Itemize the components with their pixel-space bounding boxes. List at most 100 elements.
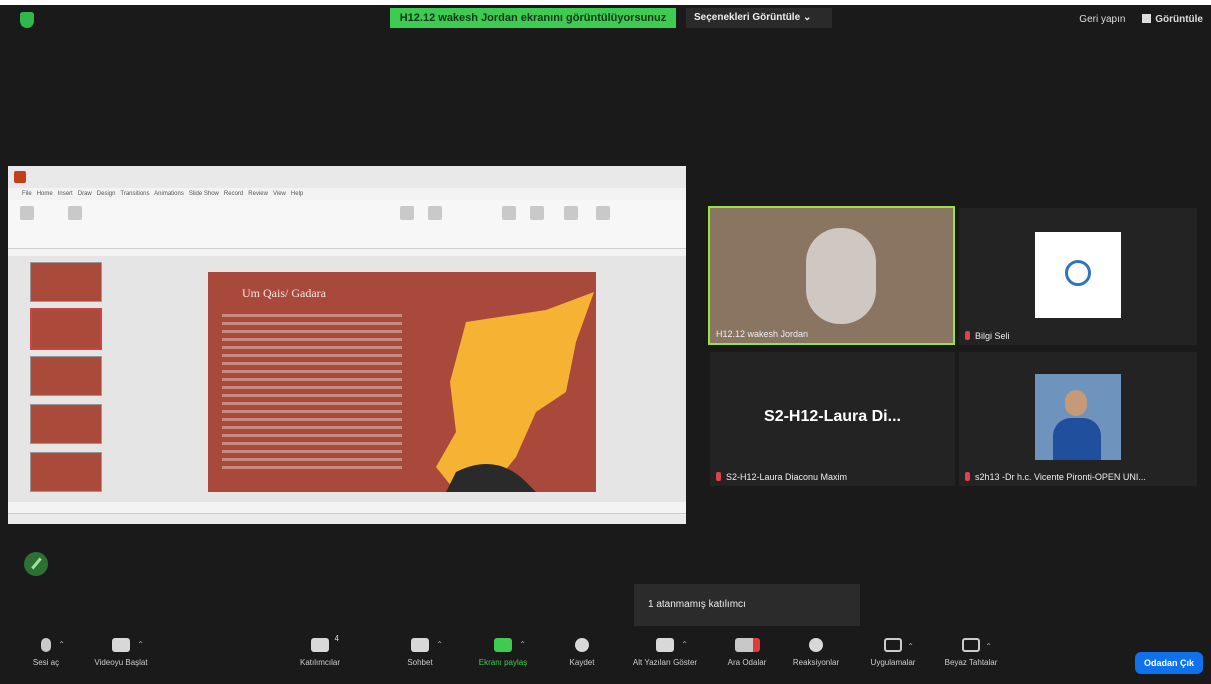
view-button[interactable]: Görüntüle <box>1142 14 1203 25</box>
avatar <box>1035 232 1121 318</box>
record-icon <box>575 638 589 652</box>
share-screen-button[interactable]: ⌃ Ekranı paylaş <box>470 638 536 667</box>
meeting-toolbar: ⌃ Sesi aç ⌃ Videoyu Başlat 4 Katılımcılar ⌃… <box>0 634 1211 684</box>
ppt-workspace: Um Qais/ Gadara <box>8 256 686 502</box>
unmute-button[interactable]: ⌃ Sesi aç <box>26 638 66 667</box>
record-label: Kaydet <box>569 658 595 667</box>
find-icon[interactable] <box>502 206 516 220</box>
ppt-tab[interactable]: Review <box>248 191 268 197</box>
arrange-icon[interactable] <box>428 206 442 220</box>
unassigned-participants-toast: 1 atanmamış katılımcı <box>634 584 860 626</box>
reactions-icon <box>809 638 823 652</box>
view-options-label: Seçenekleri Görüntüle <box>694 12 801 23</box>
participants-count: 4 <box>334 634 339 643</box>
share-screen-icon: ⌃ <box>494 638 526 652</box>
slide-thumbnail[interactable] <box>30 452 102 492</box>
participant-name-row: s2h13 -Dr h.c. Vicente Pironti-OPEN UNI.… <box>965 472 1146 482</box>
participant-video <box>806 228 876 324</box>
whiteboard-label: Beyaz Tahtalar <box>944 658 998 667</box>
captions-button[interactable]: ⌃ Alt Yazıları Göster <box>622 638 708 667</box>
ppt-tab[interactable]: Help <box>291 191 303 197</box>
breakout-rooms-label: Ara Odalar <box>727 658 767 667</box>
avatar <box>1035 374 1121 460</box>
designer-icon[interactable] <box>564 206 578 220</box>
video-tile[interactable]: s2h13 -Dr h.c. Vicente Pironti-OPEN UNI.… <box>959 352 1197 486</box>
powerpoint-logo-icon <box>14 171 26 183</box>
exit-fullscreen-button[interactable]: Geri yapın <box>1079 14 1125 25</box>
participant-name-row: S2-H12-Laura Diaconu Maxim <box>716 472 847 482</box>
slide-thumbnail[interactable] <box>30 308 102 350</box>
captions-icon: ⌃ <box>656 638 688 652</box>
top-strip <box>0 0 1211 5</box>
participant-name: s2h13 -Dr h.c. Vicente Pironti-OPEN UNI.… <box>975 472 1146 482</box>
shapes-icon[interactable] <box>400 206 414 220</box>
security-shield-icon[interactable] <box>20 12 34 28</box>
apps-icon: ⌃ <box>884 638 914 652</box>
ppt-tab[interactable]: Home <box>37 191 53 197</box>
participant-name-row: Bilgi Seli <box>965 331 1010 341</box>
apps-label: Uygulamalar <box>870 658 916 667</box>
dictate-icon[interactable] <box>530 206 544 220</box>
avatar-body <box>1053 418 1101 460</box>
participants-button[interactable]: 4 Katılımcılar <box>288 634 352 667</box>
slide-thumbnail[interactable] <box>30 356 102 396</box>
apps-button[interactable]: ⌃ Uygulamalar <box>862 638 924 667</box>
share-screen-label: Ekranı paylaş <box>478 658 528 667</box>
add-ins-icon[interactable] <box>596 206 610 220</box>
paste-icon[interactable] <box>20 206 34 220</box>
new-slide-icon[interactable] <box>68 206 82 220</box>
ppt-tab[interactable]: View <box>273 191 286 197</box>
video-tile-active-speaker[interactable]: H12.12 wakesh Jordan <box>708 206 955 345</box>
start-video-button[interactable]: ⌃ Videoyu Başlat <box>88 638 154 667</box>
participants-icon: 4 <box>311 634 339 652</box>
share-banner: H12.12 wakesh Jordan ekranını görüntülüy… <box>390 8 676 28</box>
ppt-tab[interactable]: Record <box>224 191 243 197</box>
slide-thumbnails <box>16 256 108 496</box>
view-options-button[interactable]: Seçenekleri Görüntüle ⌄ <box>686 8 832 28</box>
participants-label: Katılımcılar <box>299 658 340 667</box>
annotate-pen-icon[interactable] <box>24 552 48 576</box>
ppt-tab[interactable]: Slide Show <box>189 191 219 197</box>
mic-muted-icon <box>716 472 721 481</box>
view-label: Görüntüle <box>1155 14 1203 25</box>
ppt-ribbon <box>8 200 686 249</box>
participant-name: Bilgi Seli <box>975 331 1010 341</box>
whiteboard-button[interactable]: ⌃ Beyaz Tahtalar <box>936 638 1006 667</box>
video-tile[interactable]: S2-H12-Laura Di... S2-H12-Laura Diaconu … <box>710 352 955 486</box>
ppt-tab[interactable]: Transitions <box>120 191 149 197</box>
slide-body-text <box>222 314 402 474</box>
chevron-down-icon: ⌄ <box>802 12 812 23</box>
ppt-menu-tabs: File Home Insert Draw Design Transitions… <box>8 188 686 200</box>
avatar-face <box>1065 390 1087 416</box>
chat-label: Sohbet <box>407 658 433 667</box>
record-button[interactable]: Kaydet <box>562 638 602 667</box>
ppt-tab[interactable]: Design <box>97 191 116 197</box>
ppt-tab[interactable]: File <box>22 191 32 197</box>
participant-display-name: S2-H12-Laura Di... <box>764 408 901 425</box>
slide-thumbnail[interactable] <box>30 262 102 302</box>
mic-muted-icon <box>965 331 970 340</box>
ppt-titlebar <box>8 166 686 188</box>
top-right-controls: Geri yapın Görüntüle <box>1065 14 1203 25</box>
chat-icon: ⌃ <box>411 638 443 652</box>
participant-name: S2-H12-Laura Diaconu Maxim <box>726 472 848 482</box>
ppt-tab[interactable]: Insert <box>58 191 73 197</box>
unmute-label: Sesi aç <box>32 658 60 667</box>
reactions-button[interactable]: Reaksiyonlar <box>786 638 846 667</box>
slide-thumbnail[interactable] <box>30 404 102 444</box>
video-tile[interactable]: Bilgi Seli <box>959 208 1197 345</box>
breakout-rooms-icon <box>734 638 760 652</box>
mic-muted-icon <box>965 472 970 481</box>
ppt-statusbar <box>8 513 686 524</box>
breakout-rooms-button[interactable]: Ara Odalar <box>718 638 776 667</box>
chat-button[interactable]: ⌃ Sohbet <box>394 638 446 667</box>
whiteboard-icon: ⌃ <box>962 638 992 652</box>
shared-screen[interactable]: File Home Insert Draw Design Transitions… <box>8 166 686 524</box>
ppt-tab[interactable]: Draw <box>78 191 92 197</box>
jordan-map <box>436 292 594 492</box>
captions-label: Alt Yazıları Göster <box>632 658 698 667</box>
participant-name: H12.12 wakesh Jordan <box>716 329 809 339</box>
leave-button[interactable]: Odadan Çık <box>1135 652 1203 674</box>
ppt-tab[interactable]: Animations <box>154 191 184 197</box>
slide-canvas[interactable]: Um Qais/ Gadara <box>208 272 596 492</box>
